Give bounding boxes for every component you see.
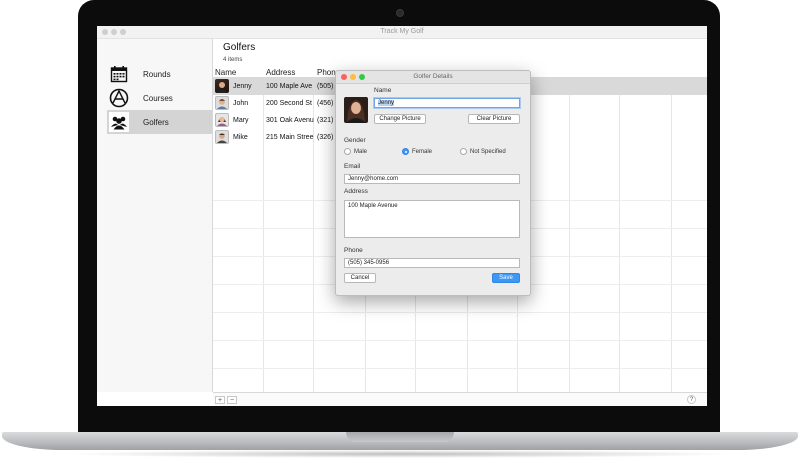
radio-button-selected <box>402 148 409 155</box>
gender-not-specified-radio[interactable]: Not Specified <box>460 148 506 155</box>
email-field[interactable]: Jenny@home.com <box>344 174 520 184</box>
cancel-button[interactable]: Cancel <box>344 273 376 283</box>
cell-address: 215 Main Stree <box>266 134 314 141</box>
add-golfer-button[interactable]: + <box>215 396 225 404</box>
globe-icon <box>109 88 129 108</box>
cell-name: Jenny <box>233 83 252 90</box>
gender-male-radio[interactable]: Male <box>344 148 367 155</box>
name-field[interactable]: Jenny <box>374 98 520 108</box>
radio-button <box>460 148 467 155</box>
sidebar-item-golfers[interactable]: Golfers <box>107 110 212 134</box>
camera-icon <box>396 9 404 17</box>
calendar-icon <box>109 64 129 84</box>
cell-address: 100 Maple Ave <box>266 83 313 90</box>
cell-address: 200 Second St <box>266 100 312 107</box>
table-bottom-bar: + − <box>213 392 707 406</box>
app-window: Track My Golf Rounds Courses Golfers Gol… <box>97 26 707 406</box>
item-count: 4 items <box>223 57 243 63</box>
cell-name: Mike <box>233 134 248 141</box>
page-title: Golfers <box>223 42 256 53</box>
cell-phone: (321) <box>317 117 334 124</box>
window-title: Track My Golf <box>380 28 424 35</box>
avatar <box>215 96 229 110</box>
clear-picture-button[interactable]: Clear Picture <box>468 114 520 124</box>
phone-label: Phone <box>344 247 363 254</box>
sidebar: Rounds Courses Golfers <box>97 39 213 392</box>
sidebar-item-label: Golfers <box>143 117 169 127</box>
laptop-notch <box>346 432 454 442</box>
window-titlebar: Track My Golf <box>97 26 707 39</box>
avatar <box>215 79 229 93</box>
column-header-address[interactable]: Address <box>266 68 295 77</box>
help-button[interactable]: ? <box>687 395 696 404</box>
avatar <box>215 113 229 127</box>
content-header: Golfers 4 items <box>223 42 255 63</box>
sidebar-item-rounds[interactable]: Rounds <box>107 62 212 86</box>
cell-phone: (326) <box>317 134 334 141</box>
address-label: Address <box>344 188 368 195</box>
golfer-details-dialog: Golfer Details Name Jenny Change Picture… <box>335 70 531 296</box>
remove-golfer-button[interactable]: − <box>227 396 237 404</box>
cell-name: Mary <box>233 117 249 124</box>
cell-phone: (456) <box>317 100 334 107</box>
column-header-name[interactable]: Name <box>215 68 236 77</box>
column-header-phone[interactable]: Phon <box>317 68 336 77</box>
laptop-shadow <box>60 450 740 458</box>
save-button[interactable]: Save <box>492 273 520 283</box>
gender-label: Gender <box>344 137 366 144</box>
change-picture-button[interactable]: Change Picture <box>374 114 426 124</box>
dialog-titlebar: Golfer Details <box>336 71 530 84</box>
address-textarea[interactable]: 100 Maple Avenue <box>344 200 520 238</box>
cell-name: John <box>233 100 249 107</box>
people-icon <box>109 112 129 132</box>
sidebar-item-label: Courses <box>143 93 173 103</box>
golfer-photo <box>344 97 368 123</box>
sidebar-item-courses[interactable]: Courses <box>107 86 212 110</box>
email-label: Email <box>344 163 361 170</box>
radio-button <box>344 148 351 155</box>
sidebar-item-label: Rounds <box>143 69 171 79</box>
name-label: Name <box>374 87 392 94</box>
gender-female-radio[interactable]: Female <box>402 148 432 155</box>
cell-phone: (505) <box>317 83 334 90</box>
cell-address: 301 Oak Avenu <box>266 117 314 124</box>
phone-field[interactable]: (505) 345-0956 <box>344 258 520 268</box>
avatar <box>215 130 229 144</box>
dialog-title: Golfer Details <box>413 73 453 80</box>
